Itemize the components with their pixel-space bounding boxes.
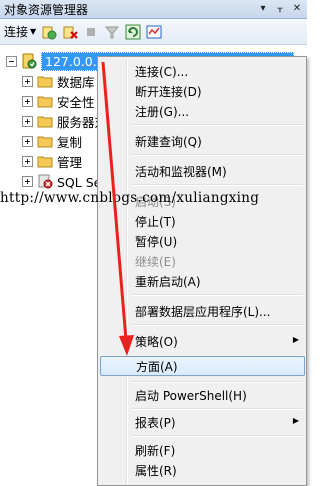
collapse-icon[interactable] xyxy=(6,55,17,67)
submenu-arrow-icon: ▶ xyxy=(292,335,299,344)
menu-item-register[interactable]: 注册(G)... xyxy=(100,101,305,121)
menu-item-label: 刷新(F) xyxy=(135,443,176,458)
menu-item-label: 部署数据层应用程序(L)... xyxy=(135,304,271,319)
menu-item-resume[interactable]: 继续(E) xyxy=(100,251,305,271)
dropdown-icon[interactable]: ▾ xyxy=(256,2,270,16)
tree-node-replication[interactable]: 复制 xyxy=(22,131,82,151)
tree-node-label: 安全性 xyxy=(57,94,95,110)
menu-item-label: 连接(C)... xyxy=(135,64,189,79)
menu-separator xyxy=(131,324,303,326)
server-icon xyxy=(21,53,37,69)
submenu-arrow-icon: ▶ xyxy=(292,416,299,425)
menu-separator xyxy=(131,435,303,437)
expand-icon[interactable] xyxy=(22,135,33,147)
menu-item-label: 启动 PowerShell(H) xyxy=(135,388,247,403)
menu-item-reports[interactable]: 报表(P) ▶ xyxy=(100,412,305,432)
menu-separator xyxy=(131,408,303,410)
menu-item-label: 策略(O) xyxy=(135,334,178,349)
menu-item-disconnect[interactable]: 断开连接(D) xyxy=(100,81,305,101)
menu-item-facets[interactable]: 方面(A) xyxy=(100,356,305,376)
panel-title-bar: 对象资源管理器 ▾ ᚁ ✕ xyxy=(0,0,307,19)
menu-item-label: 报表(P) xyxy=(135,415,176,430)
menu-item-activity-monitor[interactable]: 活动和监视器(M) xyxy=(100,161,305,181)
menu-item-label: 重新启动(A) xyxy=(135,274,201,289)
menu-item-refresh[interactable]: 刷新(F) xyxy=(100,440,305,460)
menu-item-label: 活动和监视器(M) xyxy=(135,164,227,179)
tree-node-management[interactable]: 管理 xyxy=(22,151,82,171)
menu-item-label: 新建查询(Q) xyxy=(135,134,202,149)
context-menu: 连接(C)... 断开连接(D) 注册(G)... 新建查询(Q) 活动和监视器… xyxy=(97,56,307,486)
menu-item-policies[interactable]: 策略(O) ▶ xyxy=(100,331,305,351)
menu-item-restart[interactable]: 重新启动(A) xyxy=(100,271,305,291)
menu-item-pause[interactable]: 暂停(U) xyxy=(100,231,305,251)
tree-node-security[interactable]: 安全性 xyxy=(22,91,95,111)
menu-item-label: 注册(G)... xyxy=(135,104,190,119)
menu-item-label: 属性(R) xyxy=(135,463,177,478)
menu-separator xyxy=(131,294,303,296)
disconnect-icon[interactable] xyxy=(61,23,79,41)
connect-dropdown-icon[interactable]: ▼ xyxy=(30,27,36,36)
blog-watermark: http://www.cnblogs.com/xuliangxing xyxy=(0,190,260,206)
tree-node-label: 数据库 xyxy=(57,74,95,90)
menu-separator xyxy=(131,154,303,156)
folder-icon xyxy=(37,93,53,109)
expand-icon[interactable] xyxy=(22,115,33,127)
menu-item-label: 断开连接(D) xyxy=(135,84,202,99)
tree-node-label: 复制 xyxy=(57,134,83,150)
expand-icon[interactable] xyxy=(22,95,33,107)
menu-item-new-query[interactable]: 新建查询(Q) xyxy=(100,131,305,151)
expand-icon[interactable] xyxy=(22,155,33,167)
menu-item-label: 方面(A) xyxy=(136,359,178,374)
folder-icon xyxy=(37,73,53,89)
menu-separator xyxy=(131,124,303,126)
menu-separator xyxy=(131,381,303,383)
menu-separator xyxy=(131,184,303,186)
menu-item-start-powershell[interactable]: 启动 PowerShell(H) xyxy=(100,385,305,405)
panel-title: 对象资源管理器 xyxy=(4,2,89,17)
folder-icon xyxy=(37,133,53,149)
stop-icon[interactable] xyxy=(82,23,100,41)
menu-item-stop[interactable]: 停止(T) xyxy=(100,211,305,231)
tree-node-databases[interactable]: 数据库 xyxy=(22,71,95,91)
sql-agent-disabled-icon xyxy=(37,173,53,189)
toolbar: 连接 ▼ xyxy=(0,19,307,45)
expand-icon[interactable] xyxy=(22,175,33,187)
close-icon[interactable]: ✕ xyxy=(290,2,304,16)
expand-icon[interactable] xyxy=(22,75,33,87)
folder-icon xyxy=(37,113,53,129)
menu-item-label: 停止(T) xyxy=(135,214,176,229)
menu-item-label: 暂停(U) xyxy=(135,234,178,249)
pin-icon[interactable]: ᚁ xyxy=(273,2,287,16)
menu-item-deploy-data-tier[interactable]: 部署数据层应用程序(L)... xyxy=(100,301,305,321)
tree-node-label: 管理 xyxy=(57,154,83,170)
activity-monitor-icon[interactable] xyxy=(145,23,163,41)
connect-server-icon[interactable] xyxy=(40,23,58,41)
folder-icon xyxy=(37,153,53,169)
menu-item-connect[interactable]: 连接(C)... xyxy=(100,61,305,81)
menu-item-properties[interactable]: 属性(R) xyxy=(100,460,305,480)
filter-icon[interactable] xyxy=(103,23,121,41)
connect-button[interactable]: 连接 xyxy=(4,23,28,40)
refresh-icon[interactable] xyxy=(124,23,142,41)
menu-item-label: 继续(E) xyxy=(135,254,176,269)
